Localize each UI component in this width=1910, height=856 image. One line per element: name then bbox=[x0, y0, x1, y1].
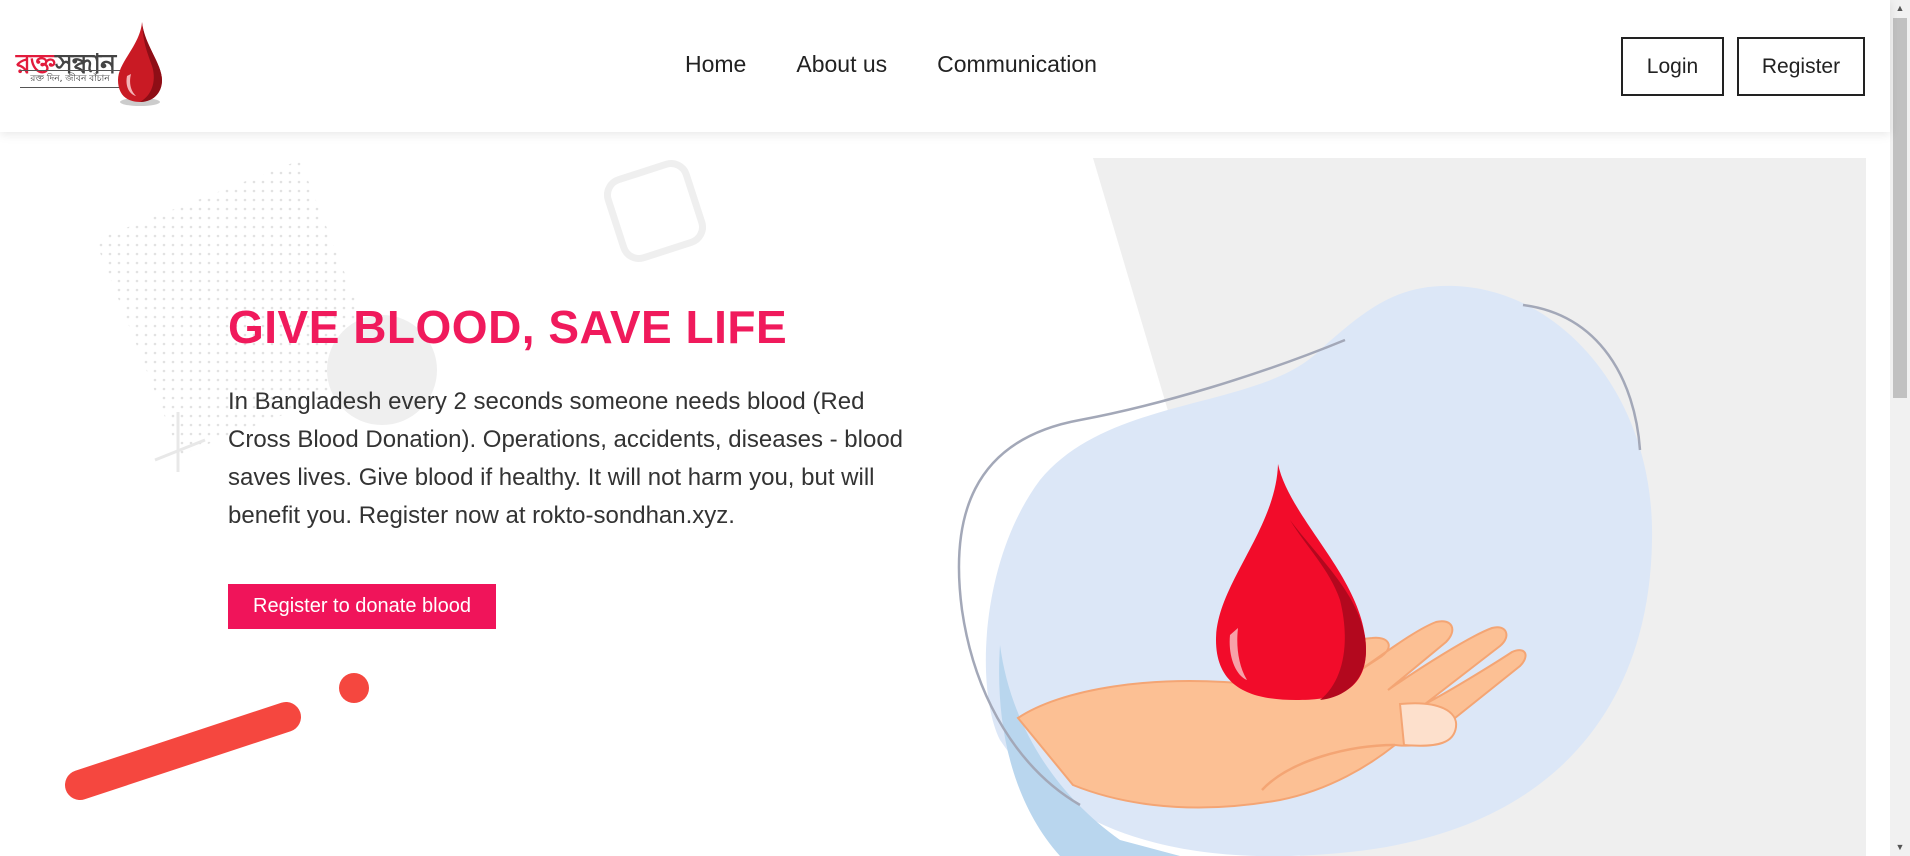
main-nav: Home About us Communication bbox=[685, 51, 1097, 78]
red-dot-decor bbox=[339, 673, 369, 703]
logo-tagline: রক্ত দিন, জীবন বাঁচান bbox=[20, 70, 120, 88]
red-bar-decor bbox=[65, 702, 301, 800]
hero-headline: GIVE BLOOD, SAVE LIFE bbox=[228, 301, 788, 353]
register-button[interactable]: Register bbox=[1737, 37, 1865, 96]
nav-about-us[interactable]: About us bbox=[796, 51, 887, 78]
page-scrollbar[interactable]: ▲ ▼ bbox=[1890, 0, 1910, 856]
scroll-thumb[interactable] bbox=[1893, 18, 1907, 398]
nav-home[interactable]: Home bbox=[685, 51, 746, 78]
register-donate-button[interactable]: Register to donate blood bbox=[228, 584, 496, 629]
rounded-square-decor bbox=[603, 159, 707, 263]
hero-paragraph: In Bangladesh every 2 seconds someone ne… bbox=[228, 388, 904, 529]
site-header: রক্তসন্ধান রক্ত দিন, জীবন বাঁচান Home Ab… bbox=[0, 0, 1890, 132]
login-button[interactable]: Login bbox=[1621, 37, 1724, 96]
site-logo[interactable]: রক্তসন্ধান রক্ত দিন, জীবন বাঁচান bbox=[12, 18, 162, 110]
scroll-down-arrow-icon[interactable]: ▼ bbox=[1890, 839, 1910, 856]
scroll-up-arrow-icon[interactable]: ▲ bbox=[1890, 0, 1910, 17]
blood-drop-icon bbox=[118, 22, 162, 106]
nav-communication[interactable]: Communication bbox=[937, 51, 1097, 78]
